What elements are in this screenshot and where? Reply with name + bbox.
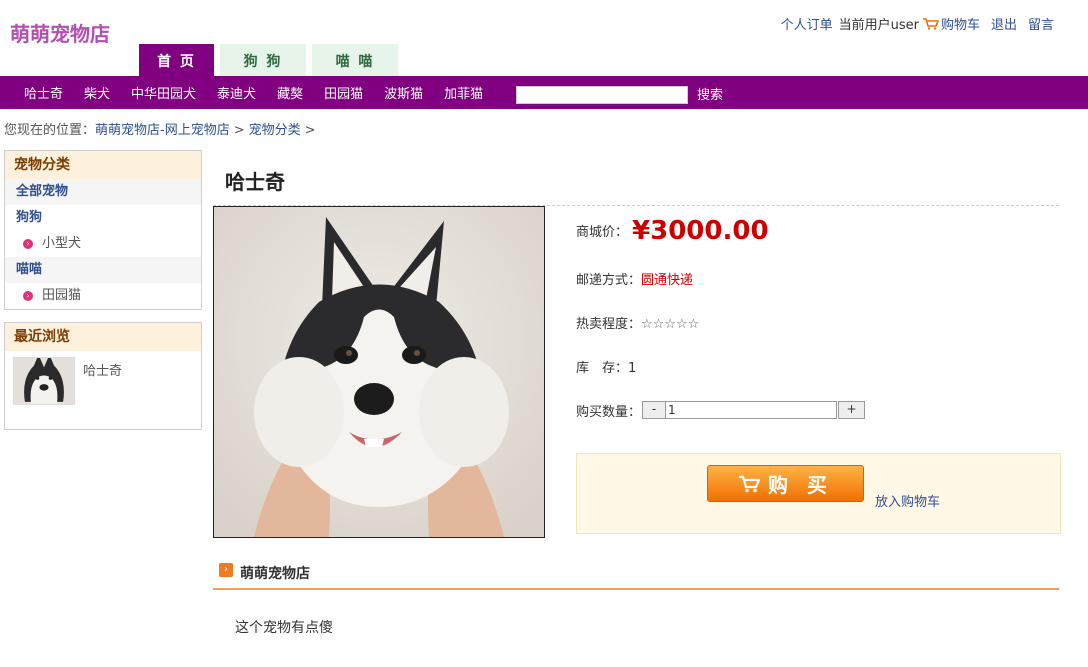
price-value: ¥3000.00 — [632, 216, 769, 246]
recent-panel-title: 最近浏览 — [5, 323, 201, 351]
chevron-right-icon: › — [23, 239, 33, 249]
logout-link[interactable]: 退出 — [991, 14, 1017, 33]
price-label: 商城价： — [576, 225, 629, 240]
stock-label: 库 存： — [576, 361, 629, 376]
hot-row: 热卖程度：☆☆☆☆☆ — [576, 313, 699, 332]
category-rural-cat-label: 田园猫 — [42, 288, 82, 303]
quantity-input[interactable]: 1 — [665, 401, 837, 419]
nav-item-chinese-rural-dog[interactable]: 中华田园犬 — [131, 83, 196, 102]
tab-dogs[interactable]: 狗 狗 — [220, 44, 306, 76]
quantity-decrement-button[interactable]: - — [642, 401, 666, 419]
category-cats[interactable]: 喵喵 — [5, 257, 201, 283]
breadcrumb-separator: > — [304, 123, 316, 138]
category-small-dogs-label: 小型犬 — [42, 236, 82, 251]
recent-item-name[interactable]: 哈士奇 — [83, 360, 122, 379]
product-title: 哈士奇 — [225, 170, 285, 194]
shop-section-header: › 萌萌宠物店 — [213, 560, 1059, 590]
current-user-text: 当前用户user — [838, 18, 919, 33]
stock-value: 1 — [628, 361, 637, 376]
category-rural-cat[interactable]: › 田园猫 — [5, 283, 201, 309]
add-to-cart-link[interactable]: 放入购物车 — [875, 491, 940, 510]
nav-item-persian-cat[interactable]: 波斯猫 — [384, 83, 423, 102]
nav-item-garfield-cat[interactable]: 加菲猫 — [444, 83, 483, 102]
nav-item-rural-cat[interactable]: 田园猫 — [324, 83, 363, 102]
category-panel-title: 宠物分类 — [5, 151, 201, 179]
husky-image — [214, 207, 544, 537]
category-navbar: 哈士奇 柴犬 中华田园犬 泰迪犬 藏獒 田园猫 波斯猫 加菲猫 搜索 — [0, 76, 1088, 109]
main-tabs: 首 页 狗 狗 喵 喵 — [139, 44, 398, 76]
buy-button[interactable]: 购 买 — [707, 465, 864, 502]
buy-box: 购 买 放入购物车 — [576, 453, 1061, 534]
shop-name: 萌萌宠物店 — [240, 566, 310, 582]
breadcrumb-category-link[interactable]: 宠物分类 — [249, 123, 301, 138]
breadcrumb-prefix: 您现在的位置： — [4, 123, 96, 138]
shipping-value: 圆通快递 — [641, 273, 694, 288]
quantity-increment-button[interactable]: + — [838, 401, 865, 419]
category-panel: 宠物分类 全部宠物 狗狗 › 小型犬 喵喵 › 田园猫 — [4, 150, 202, 310]
stock-row: 库 存：1 — [576, 357, 636, 376]
breadcrumb-home-link[interactable]: 萌萌宠物店-网上宠物店 — [95, 123, 230, 138]
nav-item-husky[interactable]: 哈士奇 — [24, 83, 63, 102]
tab-home[interactable]: 首 页 — [139, 44, 214, 76]
arrow-right-icon: › — [219, 563, 233, 577]
top-links: 个人订单 当前用户user 购物车 退出 留言 — [781, 14, 1054, 33]
price-row: 商城价： ¥3000.00 — [576, 216, 769, 246]
message-link[interactable]: 留言 — [1028, 14, 1054, 33]
orders-link[interactable]: 个人订单 — [781, 14, 833, 33]
category-dogs[interactable]: 狗狗 — [5, 205, 201, 231]
tab-cats[interactable]: 喵 喵 — [312, 44, 398, 76]
search-input[interactable] — [516, 86, 688, 104]
cart-icon — [922, 17, 939, 30]
category-all[interactable]: 全部宠物 — [5, 179, 201, 205]
recent-panel: 最近浏览 哈士奇 — [4, 322, 202, 430]
nav-item-tibetan-mastiff[interactable]: 藏獒 — [277, 83, 303, 102]
site-logo[interactable]: 萌萌宠物店 — [10, 18, 110, 47]
hot-label: 热卖程度： — [576, 317, 642, 332]
shipping-label: 邮递方式： — [576, 273, 642, 288]
chevron-right-icon: › — [23, 291, 33, 301]
breadcrumb-separator: > — [233, 123, 245, 138]
recent-item-thumbnail[interactable] — [13, 357, 75, 405]
category-small-dogs[interactable]: › 小型犬 — [5, 231, 201, 257]
shipping-row: 邮递方式：圆通快递 — [576, 269, 693, 288]
recent-item[interactable]: 哈士奇 — [5, 351, 201, 427]
product-image[interactable] — [213, 206, 545, 538]
husky-thumbnail-image — [14, 358, 74, 404]
search-button[interactable]: 搜索 — [697, 84, 723, 103]
star-rating-icon: ☆☆☆☆☆ — [641, 317, 700, 332]
nav-item-teddy[interactable]: 泰迪犬 — [217, 83, 256, 102]
product-description: 这个宠物有点傻 — [235, 620, 333, 636]
nav-item-shiba[interactable]: 柴犬 — [84, 83, 110, 102]
cart-link[interactable]: 购物车 — [941, 14, 980, 33]
quantity-label: 购买数量： — [576, 405, 642, 420]
breadcrumb: 您现在的位置：萌萌宠物店-网上宠物店 > 宠物分类 > — [4, 119, 320, 138]
cart-icon — [739, 475, 761, 492]
buy-button-label: 购 买 — [768, 473, 833, 497]
